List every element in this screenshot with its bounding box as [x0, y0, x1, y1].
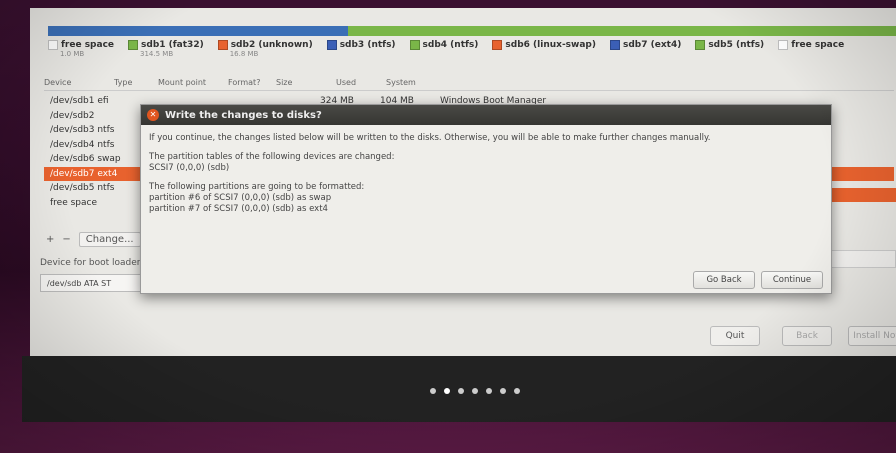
col-device[interactable]: Device	[44, 78, 114, 87]
legend-item: free space 1.0 MB	[48, 40, 114, 70]
legend-label: sdb7 (ext4)	[622, 40, 682, 50]
legend-swatch	[609, 40, 620, 50]
continue-button[interactable]: Continue	[761, 271, 823, 289]
legend-item: sdb3 (ntfs)	[326, 40, 396, 70]
cell-device: /dev/sdb5 ntfs	[50, 183, 115, 194]
selection-strip	[830, 188, 896, 202]
cell-device: /dev/sdb1 efi	[50, 96, 109, 107]
legend-label: sdb5 (ntfs)	[708, 40, 765, 50]
legend-label: free space	[791, 40, 845, 50]
progress-dot	[458, 388, 464, 394]
cell-device: /dev/sdb2	[50, 110, 95, 121]
legend-swatch	[409, 40, 420, 50]
cell-device: /dev/sdb3 ntfs	[50, 125, 115, 136]
change-partition-button[interactable]: Change...	[78, 232, 141, 247]
legend-swatch	[217, 40, 228, 50]
legend-swatch	[492, 40, 503, 50]
right-panel-button[interactable]	[830, 250, 896, 268]
progress-dots	[430, 388, 520, 394]
legend-item: sdb6 (linux-swap)	[492, 40, 596, 70]
dialog-body: If you continue, the changes listed belo…	[141, 125, 831, 223]
format-heading: The following partitions are going to be…	[149, 182, 365, 192]
cell-device: /dev/sdb4 ntfs	[50, 139, 115, 150]
legend-item: sdb2 (unknown) 16.8 MB	[217, 40, 313, 70]
tables-heading: The partition tables of the following de…	[149, 152, 395, 162]
legend-swatch	[695, 40, 706, 50]
partition-bar-segment	[48, 26, 348, 36]
partition-bar	[48, 26, 896, 36]
quit-button[interactable]: Quit	[710, 326, 760, 346]
legend-item: free space	[778, 40, 844, 70]
partition-bar-segment	[348, 26, 896, 36]
progress-dot	[472, 388, 478, 394]
legend-label: sdb6 (linux-swap)	[505, 40, 596, 50]
format-item-1: partition #6 of SCSI7 (0,0,0) (sdb) as s…	[149, 193, 332, 203]
partition-tools: + − Change...	[46, 232, 141, 247]
partition-legend: free space 1.0 MB sdb1 (fat32) 314.5 MB sdb2…	[48, 40, 896, 70]
legend-item: sdb5 (ntfs)	[695, 40, 764, 70]
cell-device: free space	[50, 197, 98, 208]
dialog-titlebar: ✕ Write the changes to disks?	[141, 105, 831, 125]
tables-device: SCSI7 (0,0,0) (sdb)	[149, 163, 230, 173]
legend-swatch	[128, 40, 139, 50]
partition-table-header: Device Type Mount point Format? Size Use…	[44, 74, 894, 91]
col-format[interactable]: Format?	[228, 78, 276, 87]
write-changes-dialog: ✕ Write the changes to disks? If you con…	[140, 104, 832, 294]
add-partition-button[interactable]: +	[46, 234, 54, 245]
legend-item: sdb1 (fat32) 314.5 MB	[128, 40, 204, 70]
legend-item: sdb4 (ntfs)	[409, 40, 479, 70]
legend-swatch	[778, 40, 789, 50]
cell-device: /dev/sdb7 ext4	[50, 168, 118, 179]
dialog-title: Write the changes to disks?	[165, 109, 322, 121]
legend-size: 314.5 MB	[140, 50, 174, 58]
legend-label: sdb1 (fat32)	[141, 40, 204, 50]
legend-label: free space	[61, 40, 115, 50]
col-type[interactable]: Type	[114, 78, 158, 87]
format-item-2: partition #7 of SCSI7 (0,0,0) (sdb) as e…	[149, 204, 328, 214]
legend-label: sdb4 (ntfs)	[422, 40, 479, 50]
col-used[interactable]: Used	[336, 78, 386, 87]
back-button[interactable]: Back	[782, 326, 832, 346]
col-mount[interactable]: Mount point	[158, 78, 228, 87]
go-back-button[interactable]: Go Back	[693, 271, 755, 289]
progress-dot	[500, 388, 506, 394]
cell-device: /dev/sdb6 swap	[50, 154, 121, 165]
legend-item: sdb7 (ext4)	[609, 40, 682, 70]
progress-dot	[430, 388, 436, 394]
close-icon[interactable]: ✕	[147, 109, 159, 121]
legend-label: sdb3 (ntfs)	[339, 40, 396, 50]
legend-swatch	[48, 40, 58, 50]
legend-label: sdb2 (unknown)	[230, 40, 313, 50]
remove-partition-button[interactable]: −	[62, 234, 70, 245]
col-size[interactable]: Size	[276, 78, 336, 87]
legend-size: 1.0 MB	[60, 50, 85, 58]
legend-swatch	[326, 40, 337, 50]
legend-size: 16.8 MB	[229, 50, 259, 58]
progress-dot	[514, 388, 520, 394]
progress-dot	[444, 388, 450, 394]
col-system[interactable]: System	[386, 78, 476, 87]
install-now-button[interactable]: Install Now	[848, 326, 896, 346]
dialog-intro: If you continue, the changes listed belo…	[149, 133, 711, 143]
progress-dot	[486, 388, 492, 394]
